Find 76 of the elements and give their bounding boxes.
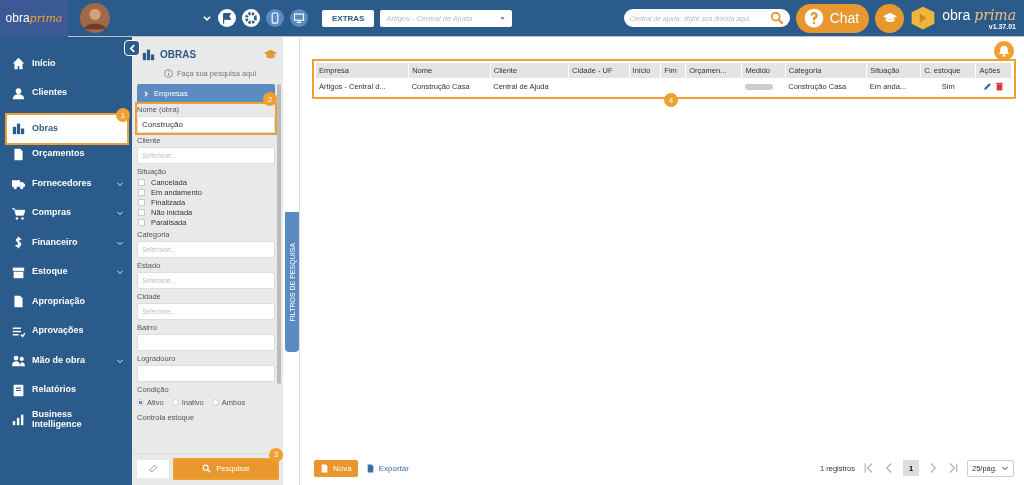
trash-icon[interactable] (995, 82, 1005, 91)
monitor-icon[interactable] (290, 9, 308, 27)
phone-icon[interactable] (266, 9, 284, 27)
buildings-icon (12, 122, 25, 136)
radio-button[interactable] (137, 399, 144, 407)
avatar (80, 3, 110, 33)
users-icon (12, 354, 25, 368)
document-icon (12, 147, 25, 161)
document-icon (365, 463, 375, 473)
box-icon (12, 265, 25, 279)
number-badge: 4 (664, 93, 678, 107)
search-icon (769, 11, 784, 25)
input-field[interactable] (137, 334, 275, 351)
input-field[interactable] (137, 365, 275, 382)
sidebar-item[interactable]: Estoque (7, 258, 127, 286)
question-icon (803, 8, 824, 28)
logo: obraprima (0, 0, 68, 37)
brand-name: obra prima (942, 6, 1016, 23)
user-icon (12, 86, 25, 100)
settings-icon[interactable] (242, 9, 260, 27)
sidebar-item[interactable]: Compras (7, 199, 127, 227)
bar-chart-icon (12, 413, 25, 427)
chevron-down-icon (116, 268, 124, 277)
radio-button[interactable] (171, 399, 179, 407)
chevron-left-icon (127, 43, 137, 53)
book-icon (12, 383, 25, 397)
number-badge: 3 (269, 447, 283, 462)
document-icon (12, 295, 25, 309)
sidebar-item[interactable]: Mão de obra (7, 347, 127, 375)
collapse-button[interactable] (124, 40, 140, 56)
scrollbar[interactable] (277, 84, 281, 384)
list-icon (12, 324, 25, 338)
brand-logo-icon (910, 5, 937, 31)
buildings-icon (142, 48, 155, 61)
graduation-cap-icon (264, 48, 277, 61)
sidebar-item[interactable]: Relatórios (7, 376, 127, 404)
chevron-down-icon (1001, 464, 1009, 472)
eraser-icon (148, 464, 158, 473)
checkbox[interactable] (138, 208, 145, 216)
chevron-right-icon (143, 90, 149, 97)
first-page-icon[interactable] (862, 462, 875, 474)
sidebar-item[interactable]: Clientes (7, 79, 127, 107)
checkbox[interactable] (138, 199, 145, 206)
sidebar-item[interactable]: Business Intelligence (7, 406, 127, 434)
checkbox[interactable] (138, 179, 145, 187)
edit-icon[interactable] (983, 82, 993, 91)
sidebar-item[interactable]: Aprovações (7, 317, 127, 345)
number-badge: 1 (116, 108, 130, 122)
radio-button[interactable] (211, 399, 219, 407)
cart-icon (12, 206, 25, 220)
home-icon (12, 57, 25, 71)
truck-icon (12, 177, 25, 191)
sidebar-item[interactable]: Fornecedores (7, 170, 127, 198)
flag-icon[interactable] (218, 9, 236, 27)
sidebar-item[interactable]: Início (7, 50, 127, 78)
input-field[interactable]: Construção (137, 116, 275, 133)
document-icon (320, 463, 329, 473)
search-icon (202, 464, 212, 473)
panel-title: OBRAS (160, 49, 197, 60)
chevron-down-icon (116, 209, 124, 218)
caret-icon (499, 14, 507, 22)
checkbox[interactable] (138, 189, 145, 197)
checkbox[interactable] (138, 218, 145, 226)
bell-icon (998, 45, 1010, 57)
info-icon (163, 69, 173, 78)
notification-button[interactable] (994, 41, 1014, 61)
clear-button[interactable] (137, 459, 169, 478)
sidebar-item[interactable]: Financeiro (7, 229, 127, 257)
sidebar-item[interactable]: Orçamentos (7, 140, 127, 168)
graduation-cap-icon (882, 11, 897, 25)
chevron-down-icon (202, 13, 212, 23)
graduation-cap-button[interactable] (875, 3, 905, 33)
sidebar-item[interactable]: Apropriação (7, 288, 127, 316)
extras-button[interactable]: EXTRAS (322, 9, 375, 27)
number-badge: 2 (263, 92, 277, 106)
export-link[interactable]: Exportar (365, 463, 409, 473)
